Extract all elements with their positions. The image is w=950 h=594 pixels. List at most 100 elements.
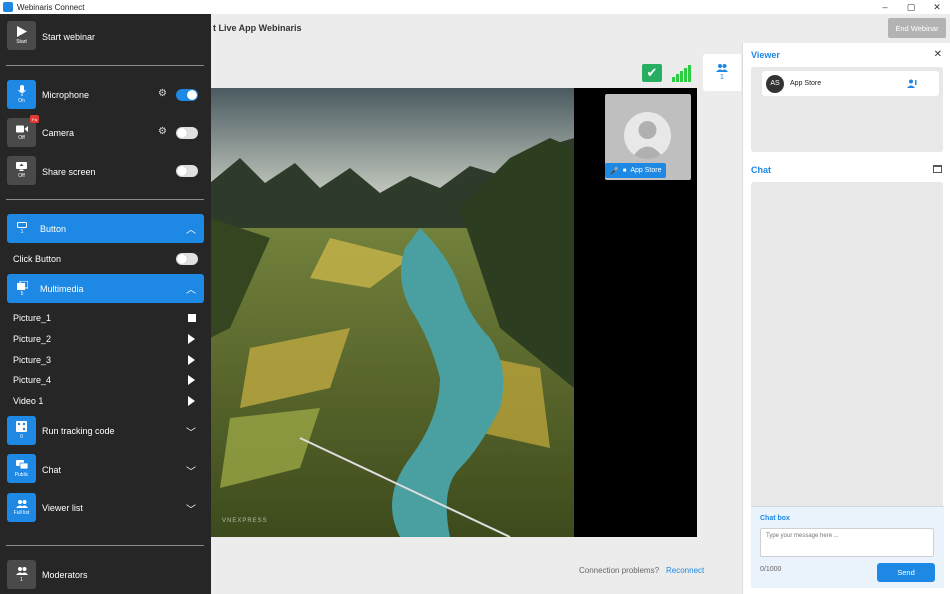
control-sidebar: Start Start webinar On Microphone ⚙ Off … <box>0 14 211 594</box>
viewer-avatar: AS <box>766 74 784 93</box>
play-icon[interactable] <box>188 396 195 406</box>
chat-bubbles-icon <box>15 459 28 469</box>
page-title: t Live App Webinaris <box>213 23 302 33</box>
button-section-label: Button <box>40 224 67 234</box>
chevron-down-icon[interactable]: ﹀ <box>186 501 196 516</box>
stop-icon[interactable] <box>188 314 196 322</box>
moderators-icon <box>15 566 28 575</box>
chat-messages <box>751 182 943 506</box>
media-item-label[interactable]: Picture_4 <box>13 375 51 385</box>
camera-badge: Pa <box>30 115 39 123</box>
camera-toggle[interactable] <box>176 127 198 139</box>
share-screen-toggle[interactable] <box>176 165 198 177</box>
chat-label: Chat <box>42 465 62 475</box>
user-silhouette-icon <box>631 121 664 159</box>
chat-sub: Public <box>14 471 29 478</box>
play-icon[interactable] <box>188 375 195 385</box>
moderators-sub: 1 <box>20 576 23 583</box>
mic-on-icon: 🎤 <box>610 167 619 175</box>
tracking-sub: 0 <box>20 434 23 440</box>
button-section-header[interactable]: 1 Button ︿ <box>7 214 204 243</box>
viewer-count-tab[interactable]: 1 <box>703 54 741 91</box>
viewer-list-button[interactable]: Full list <box>7 493 36 522</box>
send-button[interactable]: Send <box>877 563 935 582</box>
start-webinar-label: Start webinar <box>42 32 96 42</box>
viewer-list-label: Viewer list <box>42 503 83 513</box>
presentation-image <box>210 88 574 537</box>
camera-label: Camera <box>42 128 75 138</box>
camera-settings-icon[interactable]: ⚙ <box>158 126 167 137</box>
viewer-count: 1 <box>720 74 724 81</box>
start-webinar-button[interactable]: Start <box>7 21 36 50</box>
microphone-label: Microphone <box>42 90 90 100</box>
participant-name: App Store <box>630 167 662 174</box>
close-panel-icon[interactable]: ✕ <box>934 49 942 60</box>
play-icon[interactable] <box>188 355 195 365</box>
divider <box>6 545 204 546</box>
microphone-toggle[interactable] <box>176 89 198 101</box>
microphone-sub: On <box>18 98 25 104</box>
button-count: 1 <box>20 229 24 235</box>
chat-window-icon[interactable] <box>933 165 942 173</box>
start-sub: Start <box>16 39 27 45</box>
tracking-code-label: Run tracking code <box>42 426 115 436</box>
microphone-settings-icon[interactable]: ⚙ <box>158 88 167 99</box>
window-controls: – ▢ ✕ <box>872 0 950 14</box>
camera-button[interactable]: Off Pa <box>7 115 39 147</box>
viewer-list: AS App Store <box>751 67 943 152</box>
users-icon <box>716 64 728 72</box>
end-webinar-button[interactable]: End Webinar <box>888 18 946 38</box>
media-item-label[interactable]: Video 1 <box>13 396 43 406</box>
share-screen-label: Share screen <box>42 167 96 177</box>
button-section-icon: 1 <box>11 216 33 241</box>
click-button-label: Click Button <box>13 254 62 264</box>
users-icon <box>15 499 28 508</box>
close-window-button[interactable]: ✕ <box>924 0 950 14</box>
share-screen-button[interactable]: Off <box>7 156 36 185</box>
user-role-icon[interactable] <box>907 79 917 88</box>
viewer-item[interactable]: AS App Store <box>762 71 939 96</box>
reconnect-link[interactable]: Reconnect <box>666 566 704 575</box>
title-bar: Webinaris Connect – ▢ ✕ <box>0 0 950 14</box>
participant-avatar <box>624 112 671 159</box>
participant-tile[interactable]: 🎤 ■ App Store <box>605 94 691 180</box>
minimize-button[interactable]: – <box>872 0 898 14</box>
media-item-label[interactable]: Picture_3 <box>13 355 51 365</box>
app-title: Webinaris Connect <box>17 2 85 12</box>
chevron-down-icon[interactable]: ﹀ <box>186 463 196 478</box>
chevron-down-icon[interactable]: ﹀ <box>186 424 196 439</box>
connection-ok-icon: ✔ <box>642 64 662 82</box>
media-item-label[interactable]: Picture_2 <box>13 334 51 344</box>
microphone-icon <box>17 85 26 96</box>
app-logo-icon <box>3 2 13 12</box>
maximize-button[interactable]: ▢ <box>898 0 924 14</box>
viewer-list-sub: Full list <box>13 509 30 516</box>
signal-strength-icon <box>672 65 692 82</box>
multimedia-section-label: Multimedia <box>40 284 84 294</box>
click-button-toggle[interactable] <box>176 253 198 265</box>
chat-box: Chat box 0/1000 Send <box>751 506 944 588</box>
divider <box>6 199 204 200</box>
multimedia-section-header[interactable]: 5 Multimedia ︿ <box>7 274 204 303</box>
participant-name-tag: 🎤 ■ App Store <box>605 163 667 178</box>
microphone-button[interactable]: On <box>7 80 36 109</box>
divider <box>6 65 204 66</box>
video-stage: 🎤 ■ App Store VNEXPRESS <box>210 88 697 537</box>
chat-box-title: Chat box <box>760 515 790 522</box>
chat-char-counter: 0/1000 <box>760 566 782 573</box>
media-item-label[interactable]: Picture_1 <box>13 313 51 323</box>
right-panel: Viewer ✕ AS App Store Chat Chat box 0/10… <box>742 43 950 594</box>
viewer-panel-title: Viewer <box>751 50 780 60</box>
chat-button[interactable]: Public <box>7 454 36 483</box>
camera-sub: Off <box>18 134 25 141</box>
chat-panel-title: Chat <box>751 165 771 175</box>
chat-message-input[interactable] <box>760 528 934 557</box>
play-icon[interactable] <box>188 334 195 344</box>
moderators-label: Moderators <box>42 570 88 580</box>
share-sub: Off <box>18 173 25 179</box>
tracking-icon <box>16 421 27 432</box>
multimedia-section-icon: 5 <box>11 276 33 301</box>
chevron-up-icon: ︿ <box>186 225 196 236</box>
tracking-code-button[interactable]: 0 <box>7 416 36 445</box>
moderators-button[interactable]: 1 <box>7 560 36 589</box>
